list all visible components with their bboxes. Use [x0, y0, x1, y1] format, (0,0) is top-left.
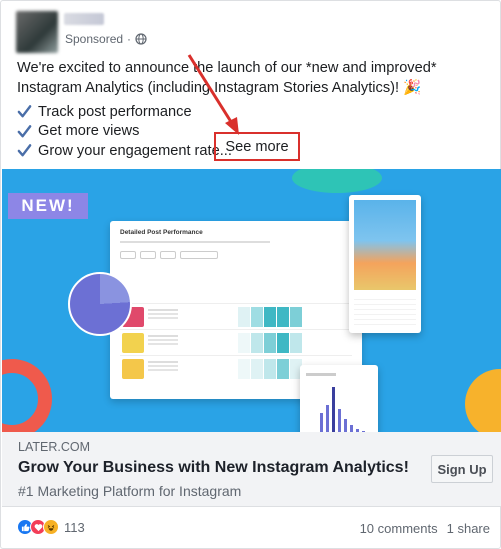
row-text-placeholder [148, 335, 178, 337]
checkmark-icon [17, 124, 32, 138]
decorative-shape [2, 359, 52, 432]
page-name[interactable] [64, 13, 104, 25]
link-description: #1 Marketing Platform for Instagram [18, 483, 242, 499]
bar-chart-graphic [300, 365, 378, 432]
bullet-text: Get more views [38, 123, 140, 140]
post-thumbnail [122, 359, 144, 379]
row-cells [238, 307, 302, 327]
sponsored-post: Sponsored · We're excited to announce th… [0, 0, 501, 549]
heat-cell [264, 333, 276, 353]
dashboard-tab [160, 251, 176, 259]
dashboard-title: Detailed Post Performance [120, 229, 203, 236]
engagement-counts: 10 comments 1 share [360, 521, 490, 536]
decorative-shape [292, 169, 382, 193]
row-text-placeholder [148, 361, 178, 363]
row-cells [238, 333, 302, 353]
bullet-item: Track post performance [17, 102, 232, 122]
dashboard-tab [120, 251, 136, 259]
row-cells [238, 359, 302, 379]
bullet-item: Get more views [17, 122, 232, 142]
link-domain: LATER.COM [18, 440, 90, 454]
dashboard-subtitle-placeholder [120, 241, 270, 243]
bullet-list: Track post performance Get more views Gr… [17, 102, 232, 161]
bullet-item: Grow your engagement rate... [17, 141, 232, 161]
heat-cell [290, 307, 302, 327]
heat-cell [251, 359, 263, 379]
post-message: We're excited to announce the launch of … [17, 60, 437, 96]
heat-cell [264, 359, 276, 379]
link-title[interactable]: Grow Your Business with New Instagram An… [18, 459, 409, 477]
checkmark-icon [17, 105, 32, 118]
heat-cell [290, 333, 302, 353]
heat-cell [277, 307, 289, 327]
heat-cell [277, 359, 289, 379]
heat-cell [251, 333, 263, 353]
meta-separator: · [127, 32, 132, 46]
heat-cell [277, 333, 289, 353]
sponsored-label[interactable]: Sponsored [65, 32, 123, 46]
sign-up-button[interactable]: Sign Up [431, 455, 493, 483]
bar-chart-svg [306, 373, 365, 432]
pie-chart-graphic [68, 272, 132, 336]
dashboard-tabs [120, 251, 218, 259]
bullet-text: Track post performance [38, 103, 192, 120]
heat-cell [264, 307, 276, 327]
dashboard-row [120, 329, 352, 355]
dashboard-row [120, 303, 352, 329]
phone-screen-image [354, 200, 416, 290]
checkmark-icon [17, 144, 32, 157]
phone-stats [354, 295, 416, 325]
link-preview[interactable]: LATER.COM Grow Your Business with New In… [2, 432, 501, 507]
row-text-placeholder [148, 309, 178, 311]
heat-cell [238, 307, 250, 327]
reactions-summary[interactable]: 113 [17, 519, 85, 535]
comments-count-link[interactable]: 10 comments [360, 521, 438, 536]
new-badge: NEW! [8, 193, 88, 219]
globe-icon[interactable] [135, 33, 147, 45]
decorative-shape [465, 369, 501, 432]
reaction-count: 113 [64, 519, 85, 535]
post-thumbnail [122, 333, 144, 353]
heat-cell [251, 307, 263, 327]
page-avatar[interactable] [16, 11, 58, 53]
heat-cell [238, 333, 250, 353]
shares-count-link[interactable]: 1 share [447, 521, 490, 536]
dashboard-tab [140, 251, 156, 259]
heat-cell [238, 359, 250, 379]
bullet-text: Grow your engagement rate... [38, 142, 232, 159]
dashboard-tab [180, 251, 218, 259]
haha-reaction-icon [43, 519, 59, 535]
see-more-link[interactable]: See more [214, 132, 300, 161]
post-meta: Sponsored · [65, 32, 147, 46]
phone-mockup [349, 195, 421, 333]
ad-image[interactable]: NEW! Detailed Post Performance [2, 169, 501, 432]
